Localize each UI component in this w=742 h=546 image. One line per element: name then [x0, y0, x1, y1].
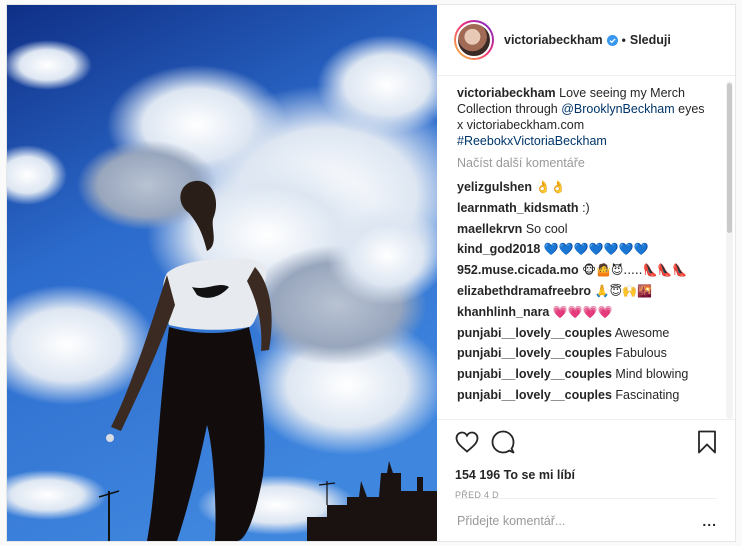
post-photo-art — [7, 5, 437, 541]
caption-username[interactable]: victoriabeckham — [457, 86, 556, 100]
bookmark-icon[interactable] — [697, 430, 717, 454]
comment-text: Mind blowing — [615, 367, 689, 382]
avatar-image — [456, 22, 492, 58]
comments-scrollbar[interactable] — [726, 81, 733, 419]
comment-text: Fabulous — [615, 346, 667, 361]
post-photo[interactable] — [7, 5, 437, 541]
comment-username[interactable]: yelizgulshen — [457, 180, 532, 194]
post-caption: victoriabeckham Love seeing my Merch Col… — [457, 85, 727, 149]
comment-item: punjabi__lovely__couples Fabulous — [457, 345, 727, 361]
comment-username[interactable]: punjabi__lovely__couples — [457, 346, 612, 360]
comment-text: 👌👌 — [535, 180, 566, 194]
comment-username[interactable]: khanhlinh_nara — [457, 305, 549, 319]
comment-item: yelizgulshen 👌👌 — [457, 179, 727, 195]
likes-number: 154 196 — [455, 468, 501, 482]
comment-username[interactable]: maellekrvn — [457, 222, 522, 236]
comment-item: 952.muse.cicada.mo 🐵🤷😈.....👠👠👠 — [457, 262, 727, 278]
comment-username[interactable]: punjabi__lovely__couples — [457, 326, 612, 340]
comment-username[interactable]: elizabethdramafreebro — [457, 284, 591, 298]
comment-text: 💗💗💗💗 — [552, 304, 613, 319]
comment-text: :) — [582, 200, 590, 215]
comment-username[interactable]: punjabi__lovely__couples — [457, 388, 612, 402]
post-header: victoriabeckham • Sleduji — [437, 5, 735, 76]
caption-mention-link[interactable]: @BrooklynBeckham — [561, 102, 674, 116]
header-separator: • — [621, 33, 626, 47]
comment-item: punjabi__lovely__couples Fascinating — [457, 387, 727, 403]
caption-hashtag-link[interactable]: #ReebokxVictoriaBeckham — [457, 134, 607, 148]
heart-icon[interactable] — [455, 431, 479, 453]
comment-item: kind_god2018 💙💙💙💙💙💙💙 — [457, 241, 727, 257]
comment-item: khanhlinh_nara 💗💗💗💗 — [457, 304, 727, 320]
comment-text: 💙💙💙💙💙💙💙 — [543, 242, 649, 257]
load-more-comments-button[interactable]: Načíst další komentáře — [457, 156, 727, 170]
comment-username[interactable]: punjabi__lovely__couples — [457, 367, 612, 381]
comment-input[interactable] — [457, 513, 703, 528]
verified-badge-icon — [606, 34, 618, 46]
following-button[interactable]: Sleduji — [630, 33, 671, 47]
post-actions: 154 196 To se mi líbí PŘED 4 D — [437, 419, 735, 500]
action-icons — [455, 430, 717, 454]
comment-text: 🐵🤷😈.....👠👠👠 — [582, 263, 688, 278]
comment-item: maellekrvn So cool — [457, 221, 727, 237]
header-username[interactable]: victoriabeckham — [504, 33, 603, 47]
comment-text: Awesome — [614, 325, 670, 340]
comment-username[interactable]: 952.muse.cicada.mo — [457, 263, 579, 277]
scrollbar-thumb[interactable] — [727, 83, 732, 233]
comment-text: So cool — [525, 221, 568, 236]
likes-count[interactable]: 154 196 To se mi líbí — [455, 468, 717, 482]
comment-item: punjabi__lovely__couples Mind blowing — [457, 366, 727, 382]
comment-item: elizabethdramafreebro 🙏😇🙌🌇 — [457, 283, 727, 299]
comment-item: learnmath_kidsmath :) — [457, 200, 727, 216]
comment-username[interactable]: kind_god2018 — [457, 242, 540, 256]
avatar[interactable] — [454, 20, 494, 60]
comment-text: Fascinating — [615, 387, 680, 402]
likes-label: To se mi líbí — [500, 468, 575, 482]
comments-list[interactable]: victoriabeckham Love seeing my Merch Col… — [437, 77, 727, 419]
comment-item: punjabi__lovely__couples Awesome — [457, 325, 727, 341]
more-options-button[interactable]: ... — [702, 513, 717, 529]
post-sidebar: victoriabeckham • Sleduji victoriabeckha… — [437, 5, 735, 541]
comment-composer: ... — [457, 498, 717, 542]
instagram-post: victoriabeckham • Sleduji victoriabeckha… — [6, 4, 736, 542]
comment-bubble-icon[interactable] — [491, 430, 515, 454]
comment-text: 🙏😇🙌🌇 — [594, 283, 652, 298]
comment-username[interactable]: learnmath_kidsmath — [457, 201, 579, 215]
